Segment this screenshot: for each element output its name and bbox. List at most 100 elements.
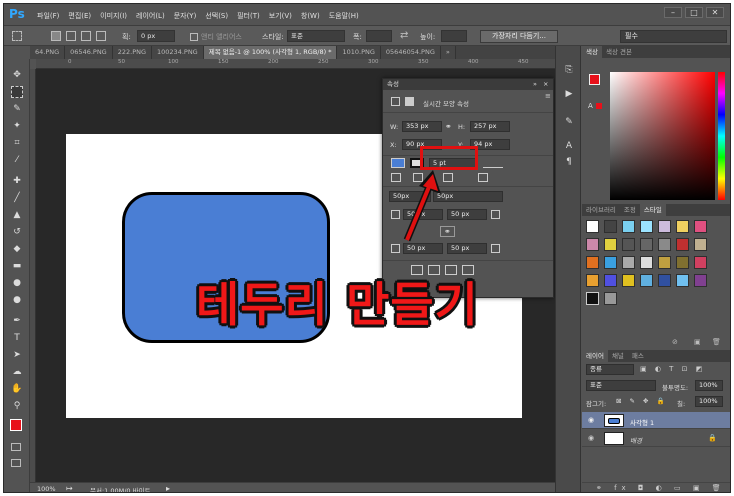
subtract-selection-icon[interactable]: [81, 31, 91, 41]
tab-color[interactable]: 색상: [582, 46, 602, 58]
crop-tool-icon[interactable]: ⌗: [11, 137, 23, 149]
style-swatch[interactable]: [694, 256, 707, 269]
layer-filter-select[interactable]: 종류: [586, 364, 634, 375]
menu-window[interactable]: 창(W): [301, 11, 320, 21]
style-swatch[interactable]: [586, 274, 599, 287]
style-swatch[interactable]: [658, 238, 671, 251]
status-arrow-icon[interactable]: ▸: [166, 484, 170, 492]
panel-menu-icon[interactable]: ≡: [545, 92, 551, 100]
styles-delete-icon[interactable]: 🗑: [712, 338, 721, 346]
tab-swatches[interactable]: 색상 견본: [602, 46, 636, 58]
gradient-tool-icon[interactable]: ▬: [11, 260, 23, 272]
swap-icon[interactable]: ⇄: [400, 30, 408, 41]
style-swatch[interactable]: [586, 238, 599, 251]
new-selection-icon[interactable]: [51, 31, 61, 41]
color-fg-swatch[interactable]: [589, 74, 600, 85]
style-swatch[interactable]: [676, 220, 689, 233]
blur-tool-icon[interactable]: ●: [11, 277, 23, 289]
maximize-button[interactable]: □: [685, 7, 703, 18]
mask-icon[interactable]: [405, 97, 414, 106]
layer-row-shape[interactable]: ◉ 사각형 1: [582, 412, 730, 429]
feather-input[interactable]: 0 px: [137, 30, 175, 42]
menu-view[interactable]: 보기(V): [269, 11, 292, 21]
shape-tool-icon[interactable]: ☁: [11, 366, 23, 378]
style-swatch[interactable]: [676, 274, 689, 287]
visibility-eye-icon[interactable]: ◉: [588, 416, 594, 424]
layer-row-background[interactable]: ◉ 배경 🔒: [582, 430, 730, 447]
hue-slider[interactable]: [718, 72, 725, 200]
paragraph-panel-icon[interactable]: ¶: [563, 156, 575, 168]
layer-name[interactable]: 사각형 1: [630, 417, 654, 427]
height-field[interactable]: 257 px: [470, 121, 510, 132]
shape-properties-icon[interactable]: [391, 97, 400, 106]
menu-type[interactable]: 문자(Y): [174, 11, 197, 21]
tab-1010png[interactable]: 1010.PNG: [337, 46, 381, 59]
layer-name[interactable]: 배경: [630, 435, 642, 445]
style-swatch[interactable]: [586, 256, 599, 269]
style-swatch[interactable]: [604, 292, 617, 305]
eraser-tool-icon[interactable]: ◆: [11, 243, 23, 255]
tab-adjustments[interactable]: 조정: [620, 204, 640, 216]
menu-layer[interactable]: 레이어(L): [136, 11, 165, 21]
history-brush-icon[interactable]: ↺: [11, 226, 23, 238]
fill-field[interactable]: 100%: [695, 396, 723, 407]
collapse-icon[interactable]: »: [533, 79, 537, 90]
workspace-select[interactable]: 필수: [620, 30, 727, 43]
export-icon[interactable]: ↦: [66, 484, 73, 492]
tab-64png[interactable]: 64.PNG: [30, 46, 66, 59]
style-swatch[interactable]: [640, 274, 653, 287]
layer-filter-icons[interactable]: ▣ ◐ T ⊡ ◩: [640, 365, 705, 373]
close-panel-icon[interactable]: ×: [543, 79, 548, 90]
color-spectrum[interactable]: [610, 72, 715, 200]
style-swatch[interactable]: [658, 256, 671, 269]
style-swatch[interactable]: [604, 238, 617, 251]
actions-panel-icon[interactable]: ▶: [563, 88, 575, 100]
tab-untitled-1[interactable]: 제목 없음-1 @ 100% (사각형 1, RGB/8) *: [203, 46, 338, 59]
pen-tool-icon[interactable]: ✒: [11, 315, 23, 327]
lasso-tool-icon[interactable]: ✎: [11, 103, 23, 115]
style-swatch[interactable]: [604, 256, 617, 269]
lock-icons[interactable]: ⊠ ✎ ✥ 🔒: [616, 397, 668, 405]
tab-styles[interactable]: 스타일: [639, 204, 666, 216]
style-swatch[interactable]: [604, 274, 617, 287]
intersect-selection-icon[interactable]: [96, 31, 106, 41]
width-input[interactable]: [366, 30, 392, 42]
zoom-level[interactable]: 100%: [37, 485, 56, 492]
style-swatch[interactable]: [586, 220, 599, 233]
visibility-eye-icon[interactable]: ◉: [588, 434, 594, 442]
marquee-tool-icon[interactable]: [12, 31, 22, 41]
zoom-tool-icon[interactable]: ⚲: [11, 400, 23, 412]
opacity-field[interactable]: 100%: [695, 380, 723, 391]
style-swatch[interactable]: [604, 220, 617, 233]
tab-libraries[interactable]: 라이브러리: [582, 204, 620, 216]
refine-edge-button[interactable]: 가장자리 다듬기...: [480, 30, 558, 43]
style-swatch[interactable]: [586, 292, 599, 305]
brush-tool-icon[interactable]: ╱: [11, 192, 23, 204]
style-swatch[interactable]: [658, 274, 671, 287]
style-swatch[interactable]: [622, 220, 635, 233]
type-tool-icon[interactable]: T: [11, 332, 23, 344]
styles-add-icon[interactable]: ▣: [694, 338, 701, 346]
menu-filter[interactable]: 필터(T): [237, 11, 260, 21]
corner-tr-field[interactable]: 50 px: [447, 209, 487, 220]
style-swatch[interactable]: [676, 238, 689, 251]
hand-tool-icon[interactable]: ✋: [11, 383, 23, 395]
dodge-tool-icon[interactable]: ●: [11, 294, 23, 306]
menu-edit[interactable]: 편집(E): [68, 11, 91, 21]
clone-stamp-icon[interactable]: ▲: [11, 209, 23, 221]
link-icon[interactable]: ⚭: [445, 122, 452, 131]
menu-image[interactable]: 이미지(I): [100, 11, 127, 21]
menu-help[interactable]: 도움말(H): [329, 11, 359, 21]
corner-br-field[interactable]: 50 px: [447, 243, 487, 254]
minimize-button[interactable]: –: [664, 7, 682, 18]
tab-100234png[interactable]: 100234.PNG: [152, 46, 204, 59]
style-swatch[interactable]: [622, 256, 635, 269]
style-swatch[interactable]: [640, 256, 653, 269]
style-swatch[interactable]: [622, 238, 635, 251]
tab-overflow[interactable]: »: [440, 46, 456, 59]
add-selection-icon[interactable]: [66, 31, 76, 41]
style-swatch[interactable]: [622, 274, 635, 287]
blend-mode-select[interactable]: 표준: [586, 380, 656, 391]
fill-color-swatch[interactable]: [391, 158, 405, 168]
marquee-tool-icon[interactable]: [11, 86, 23, 98]
